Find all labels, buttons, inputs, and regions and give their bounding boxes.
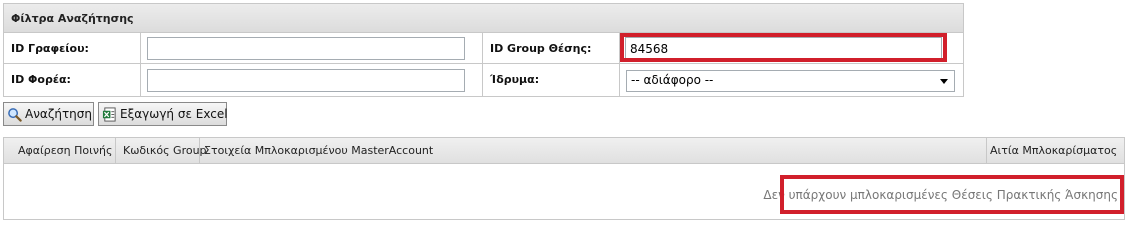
grid-header: Αφαίρεση Ποινής Κωδικός Group Στοιχεία Μ… [4, 138, 1124, 164]
column-header: Αιτία Μπλοκαρίσματος [990, 144, 1118, 157]
column-header: Στοιχεία Μπλοκαρισμένου MasterAccount [200, 138, 987, 163]
column-header: Κωδικός Group [116, 138, 207, 163]
office-id-label: ID Γραφείου: [4, 33, 141, 64]
institution-label: Ίδρυμα: [483, 64, 620, 96]
search-button-label: Αναζήτηση [25, 107, 92, 121]
group-id-label: ID Group Θέσης: [483, 33, 620, 64]
institution-cell: -- αδιάφορο -- [620, 64, 963, 96]
office-id-input[interactable] [147, 37, 465, 60]
column-header: Αφαίρεση Ποινής [4, 138, 116, 163]
filters-header: Φίλτρα Αναζήτησης [4, 4, 963, 33]
search-button[interactable]: Αναζήτηση [3, 102, 94, 126]
highlight-empty-message [780, 175, 1124, 214]
filters-title: Φίλτρα Αναζήτησης [11, 12, 134, 25]
export-button-label: Εξαγωγή σε Excel [120, 107, 228, 121]
provider-id-input[interactable] [147, 69, 465, 92]
export-excel-button[interactable]: Εξαγωγή σε Excel [98, 102, 228, 126]
institution-selected-value: -- αδιάφορο -- [631, 73, 714, 87]
provider-id-label: ID Φορέα: [4, 64, 141, 96]
provider-id-cell [141, 64, 483, 96]
excel-icon [102, 107, 116, 122]
office-id-cell [141, 33, 483, 64]
chevron-down-icon [940, 79, 948, 84]
magnifier-icon [8, 108, 22, 122]
institution-select[interactable]: -- αδιάφορο -- [626, 70, 955, 92]
highlight-group-id [620, 33, 947, 62]
